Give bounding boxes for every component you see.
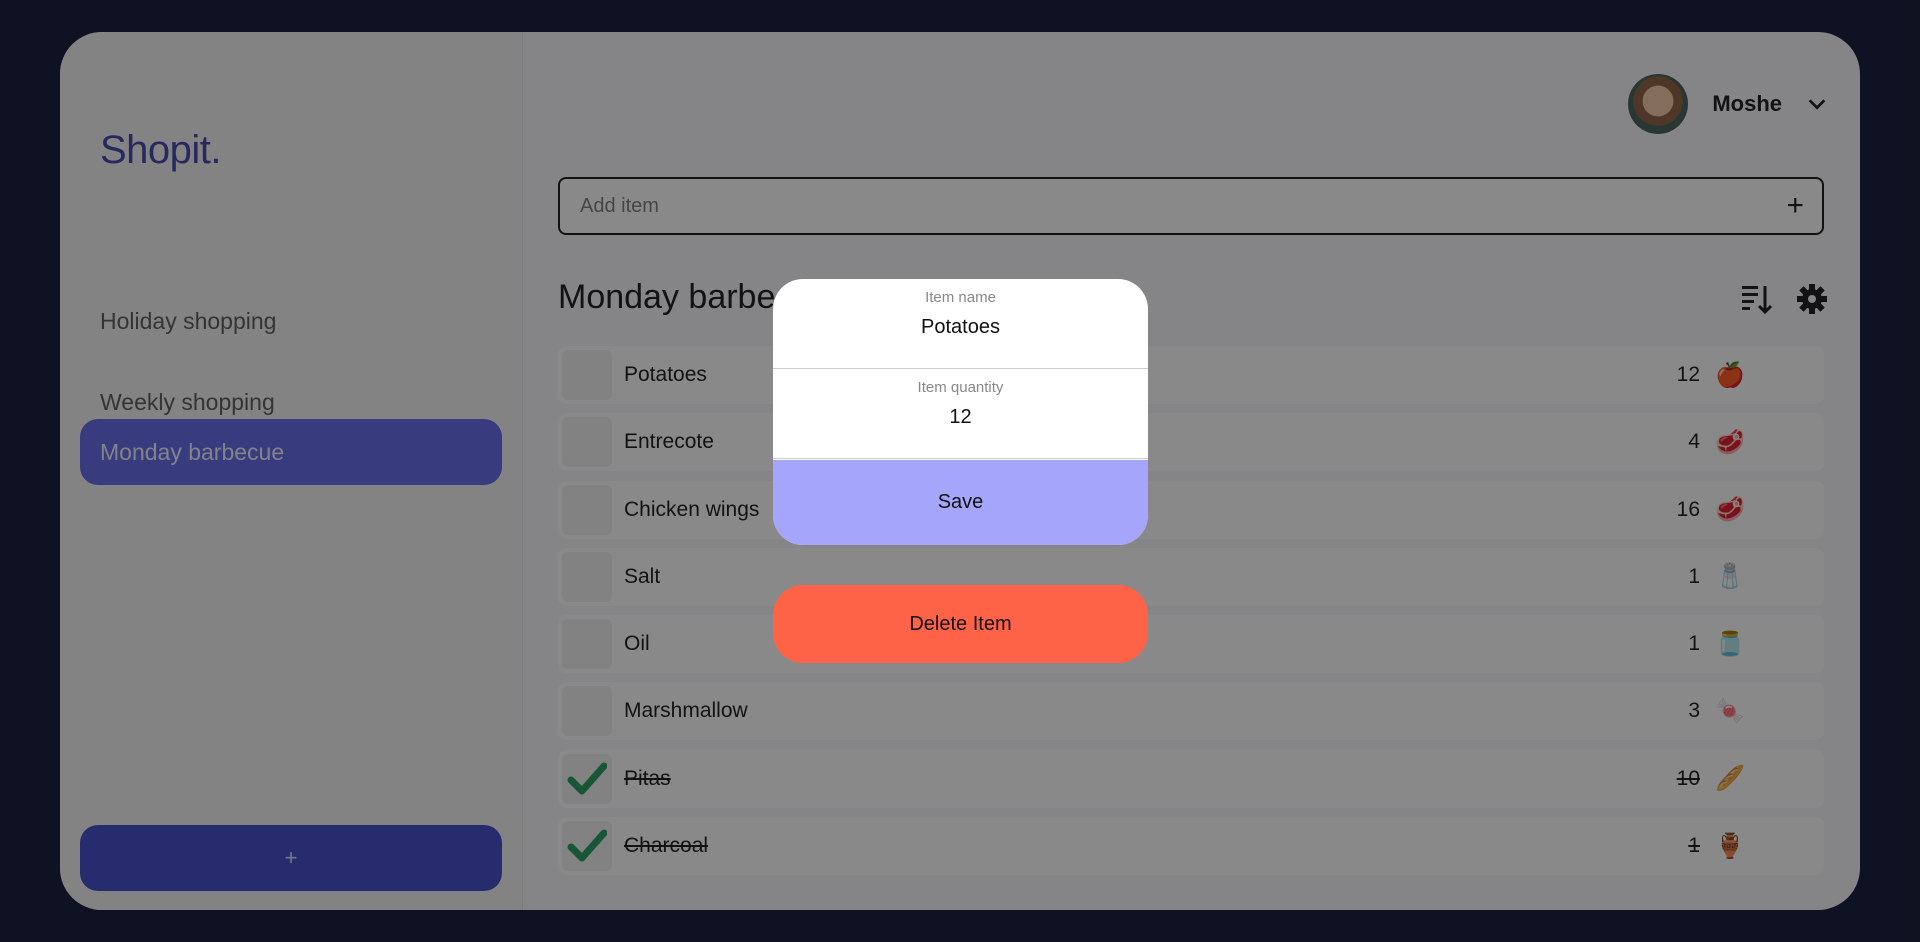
edit-item-modal: Item name Potatoes Item quantity 12 Save	[773, 279, 1148, 545]
item-quantity-field[interactable]: Item quantity 12	[773, 369, 1148, 459]
item-quantity-value[interactable]: 12	[773, 406, 1148, 429]
item-name-value[interactable]: Potatoes	[773, 316, 1148, 339]
delete-item-button[interactable]: Delete Item	[773, 585, 1148, 663]
item-name-label: Item name	[925, 289, 996, 306]
save-button[interactable]: Save	[773, 460, 1148, 545]
item-name-field[interactable]: Item name Potatoes	[773, 279, 1148, 369]
item-quantity-label: Item quantity	[917, 379, 1004, 396]
